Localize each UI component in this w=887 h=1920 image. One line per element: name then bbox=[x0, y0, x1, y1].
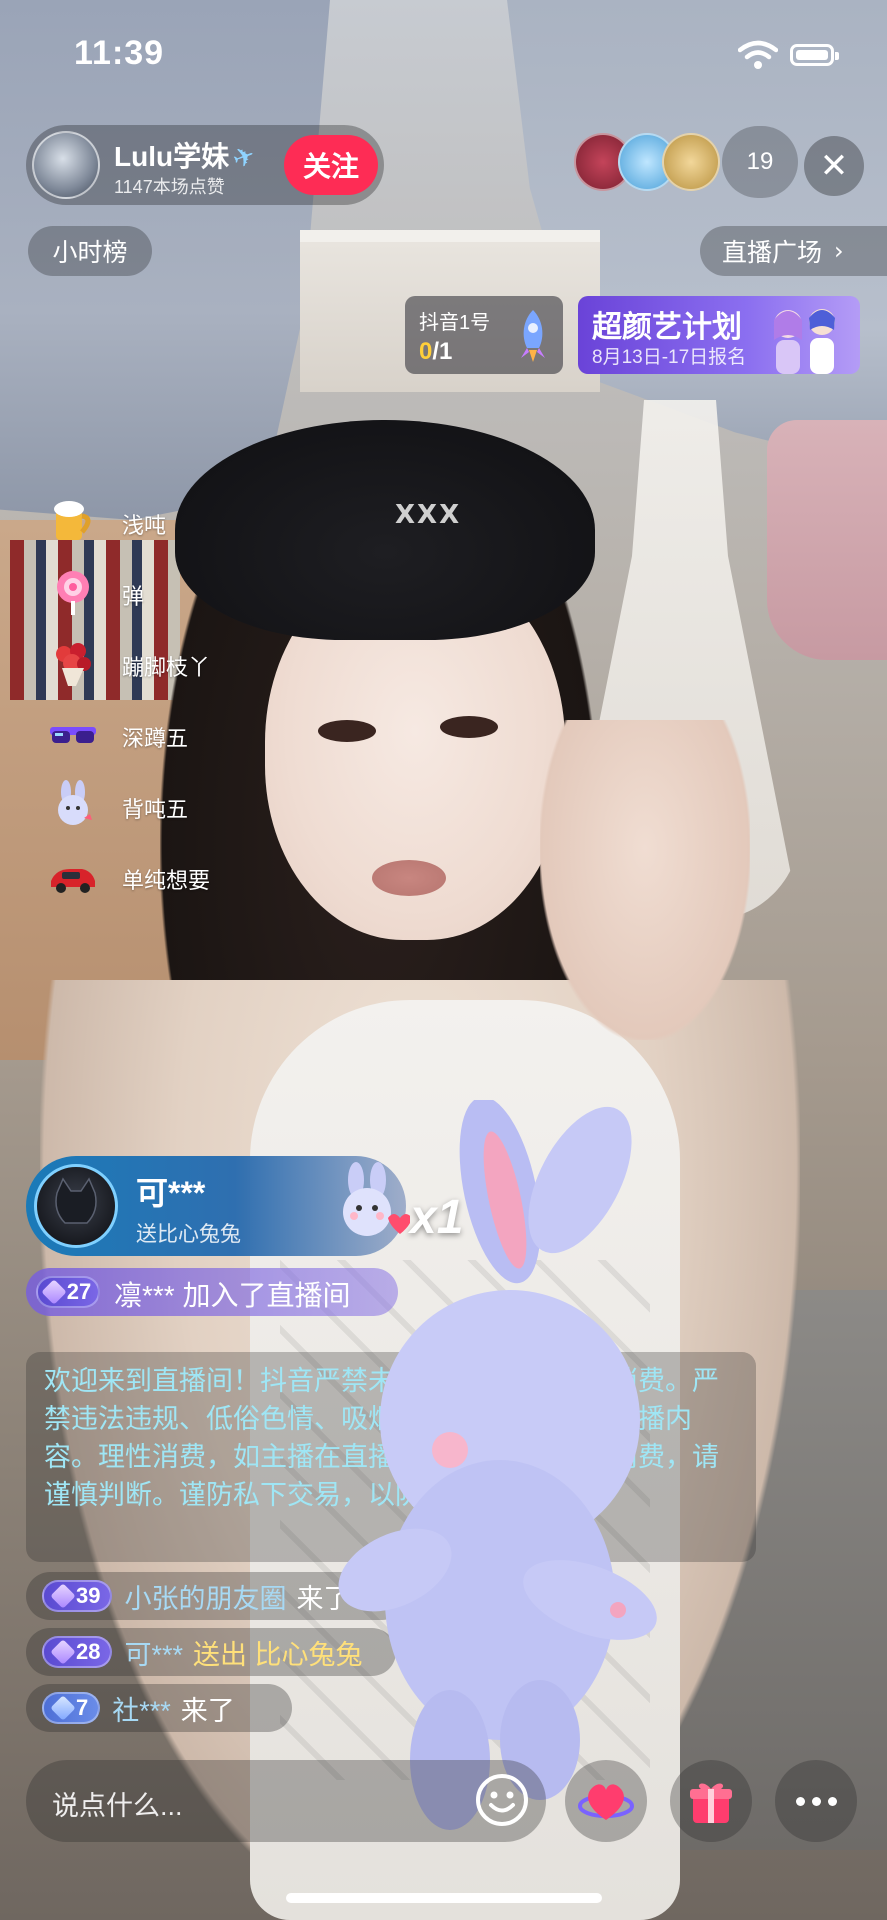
level-value: 28 bbox=[76, 1639, 101, 1664]
gift-sender-avatar[interactable] bbox=[34, 1164, 118, 1248]
chat-username[interactable]: 可*** bbox=[124, 1633, 183, 1672]
gift-name: 单纯想要 bbox=[122, 868, 211, 893]
beer-mug-icon bbox=[48, 496, 98, 546]
host-name-row: Lulu学妹✈ bbox=[114, 135, 259, 175]
home-indicator[interactable] bbox=[286, 1893, 602, 1903]
live-square-label: 直播广场 bbox=[722, 239, 823, 267]
bunny-gift-animation bbox=[338, 1100, 657, 1830]
promo-banner[interactable]: 超颜艺计划 8月13日-17日报名 bbox=[578, 296, 860, 374]
gift-name: 浅吨 bbox=[122, 513, 167, 538]
gift-sender-name: 可*** bbox=[136, 1175, 206, 1211]
sunglasses-icon bbox=[48, 709, 98, 759]
sports-car-icon bbox=[48, 851, 98, 901]
hourly-rank-button[interactable]: 小时榜 bbox=[28, 226, 152, 276]
gift-box-icon bbox=[690, 1783, 732, 1823]
battery-icon bbox=[790, 44, 839, 66]
rocket-icon bbox=[521, 310, 545, 362]
comment-input[interactable]: 说点什么... bbox=[26, 1760, 546, 1842]
level-value: 39 bbox=[76, 1583, 101, 1608]
right-eye bbox=[440, 716, 498, 738]
beret bbox=[175, 420, 595, 640]
douyin-card-title: 抖音1号 bbox=[419, 312, 491, 334]
level-gem-icon bbox=[50, 1583, 76, 1609]
more-dots-icon bbox=[795, 1796, 837, 1806]
level-value: 7 bbox=[76, 1695, 89, 1720]
level-badge: 7 bbox=[42, 1692, 101, 1724]
douyin-score-total: /1 bbox=[432, 338, 453, 365]
gift-button[interactable] bbox=[670, 1760, 752, 1842]
level-gem-icon bbox=[50, 1639, 76, 1665]
lollipop-icon bbox=[48, 567, 98, 617]
level-badge: 39 bbox=[42, 1580, 113, 1612]
promo-subtitle: 8月13日-17日报名 bbox=[592, 347, 747, 368]
paper-plane-icon: ✈ bbox=[228, 139, 260, 175]
close-icon: ✕ bbox=[819, 146, 849, 186]
live-square-button[interactable]: 直播广场 › bbox=[700, 226, 887, 276]
viewer-count[interactable]: 19 bbox=[722, 126, 798, 198]
gift-name: 深蹲五 bbox=[122, 726, 189, 751]
host-info[interactable]: Lulu学妹✈ 1147本场点赞 关注 bbox=[26, 125, 384, 205]
pink-ruffle bbox=[767, 420, 887, 660]
left-eye bbox=[318, 720, 376, 742]
more-button[interactable] bbox=[775, 1760, 857, 1842]
wifi-icon bbox=[738, 40, 778, 69]
douyin-rank-card[interactable]: 抖音1号 0/1 bbox=[405, 296, 563, 374]
status-time: 11:39 bbox=[74, 34, 165, 72]
level-gem-icon bbox=[50, 1695, 76, 1721]
chat-username[interactable]: 小张的朋友圈 bbox=[124, 1577, 286, 1616]
host-name: Lulu学妹 bbox=[114, 141, 230, 172]
level-badge: 28 bbox=[42, 1636, 113, 1668]
chevron-right-icon: › bbox=[834, 237, 844, 265]
close-button[interactable]: ✕ bbox=[804, 136, 864, 196]
status-bar: 11:39 bbox=[0, 0, 887, 110]
bouquet-icon bbox=[48, 638, 98, 688]
host-likes: 1147本场点赞 bbox=[114, 177, 225, 197]
beret-logo: XXX bbox=[395, 500, 462, 530]
level-gem-icon bbox=[41, 1279, 67, 1305]
level-badge: 27 bbox=[36, 1276, 100, 1308]
heart-icon bbox=[578, 1784, 634, 1820]
emoji-icon[interactable] bbox=[474, 1772, 530, 1828]
chat-text: 来了 bbox=[180, 1695, 235, 1726]
chat-username[interactable]: 社*** bbox=[112, 1689, 171, 1728]
cat-silhouette-icon bbox=[55, 1177, 97, 1224]
douyin-score-current: 0 bbox=[419, 338, 433, 365]
promo-title: 超颜艺计划 bbox=[592, 311, 742, 344]
douyin-card-score: 0/1 bbox=[419, 338, 452, 366]
promo-characters-icon bbox=[774, 309, 835, 374]
level-value: 27 bbox=[66, 1279, 92, 1304]
host-avatar[interactable] bbox=[32, 131, 100, 199]
chat-message[interactable]: 7 社*** 来了 bbox=[26, 1684, 292, 1732]
like-button[interactable] bbox=[565, 1760, 647, 1842]
raised-hand bbox=[540, 720, 750, 1040]
gift-name: 背吨五 bbox=[122, 797, 189, 822]
viewer-avatar-3[interactable] bbox=[662, 133, 720, 191]
bunny-icon bbox=[48, 780, 98, 830]
gift-name: 蹦脚枝丫 bbox=[122, 655, 211, 680]
comment-placeholder: 说点什么... bbox=[52, 1791, 183, 1821]
lips bbox=[372, 860, 446, 896]
gift-name: 弹 bbox=[122, 584, 145, 609]
follow-button[interactable]: 关注 bbox=[284, 135, 378, 195]
gift-action: 送比心兔兔 bbox=[136, 1223, 241, 1246]
